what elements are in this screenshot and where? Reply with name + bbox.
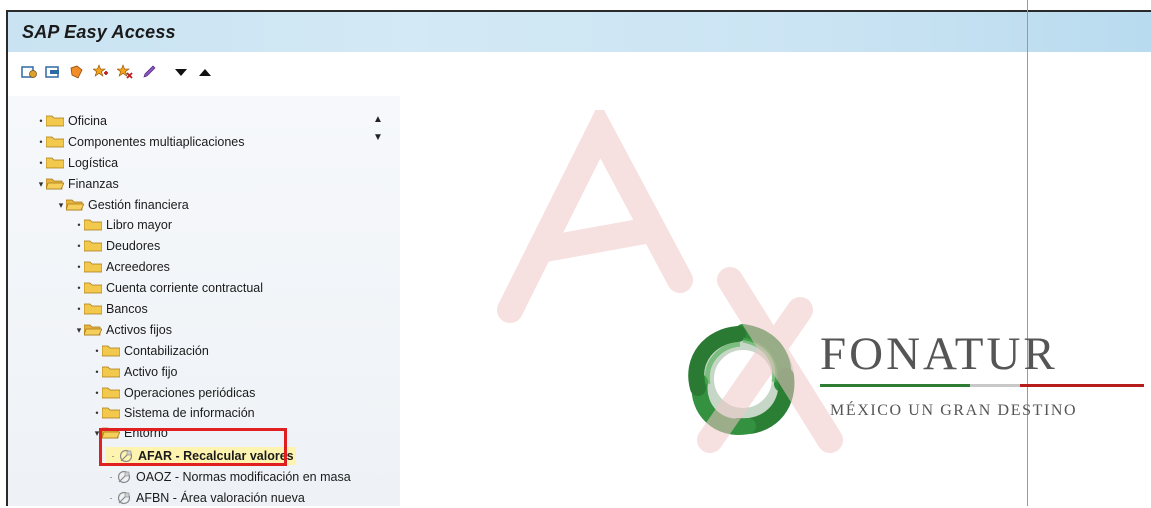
other-menu-icon[interactable] — [68, 63, 86, 81]
tree-item[interactable]: • Cuenta corriente contractual — [74, 279, 263, 297]
collapsed-arrow-icon[interactable]: · — [106, 493, 116, 503]
collapsed-arrow-icon[interactable]: • — [74, 241, 84, 251]
tree-item-label: Contabilización — [124, 344, 209, 358]
folder-icon — [83, 282, 103, 294]
tree-item-label: Bancos — [106, 302, 148, 316]
scroll-up-icon[interactable]: ▲ — [373, 114, 383, 126]
folder-icon — [83, 303, 103, 315]
scroll-down-icon[interactable]: ▼ — [373, 132, 383, 144]
add-favorite-icon[interactable] — [92, 63, 110, 81]
collapsed-arrow-icon[interactable]: • — [36, 137, 46, 147]
brand-line-white — [970, 384, 1020, 387]
divider-line — [1027, 0, 1028, 506]
collapsed-arrow-icon[interactable]: · — [106, 472, 116, 482]
delete-favorite-icon[interactable] — [116, 63, 134, 81]
tree-item[interactable]: • Componentes multiaplicaciones — [36, 133, 244, 151]
folder-icon — [45, 157, 65, 169]
collapsed-arrow-icon[interactable]: • — [74, 220, 84, 230]
tree-item-label: Finanzas — [68, 177, 119, 191]
folder-icon — [101, 387, 121, 399]
window-title: SAP Easy Access — [22, 22, 176, 42]
tree-item[interactable]: ▾ Activos fijos — [74, 321, 172, 339]
expanded-arrow-icon[interactable]: ▾ — [74, 325, 84, 336]
tree-item[interactable]: • Acreedores — [74, 258, 170, 276]
folder-open-icon — [65, 199, 85, 211]
expanded-arrow-icon[interactable]: ▾ — [56, 200, 66, 211]
tree-item[interactable]: ▾ Gestión financiera — [56, 196, 189, 214]
tree-item[interactable]: • Contabilización — [92, 342, 209, 360]
collapsed-arrow-icon[interactable]: • — [36, 116, 46, 126]
collapsed-arrow-icon[interactable]: • — [36, 158, 46, 168]
tree-item-label: Operaciones periódicas — [124, 386, 256, 400]
tree-item-label: AFBN - Área valoración nueva — [136, 491, 305, 505]
folder-icon — [83, 240, 103, 252]
brand-line-red — [1020, 384, 1144, 387]
folder-open-icon — [83, 324, 103, 336]
folder-icon — [83, 261, 103, 273]
tree-scroll-arrows[interactable]: ▲ ▼ — [373, 114, 383, 144]
tree-item-label: Sistema de información — [124, 406, 255, 420]
tree-item-label: Libro mayor — [106, 218, 172, 232]
tree-item-label: Oficina — [68, 114, 107, 128]
sap-menu-icon[interactable] — [44, 63, 62, 81]
tree-item-label: Activo fijo — [124, 365, 178, 379]
tree-item[interactable]: • Oficina — [36, 112, 107, 130]
folder-icon — [101, 366, 121, 378]
tree-item[interactable]: • Sistema de información — [92, 404, 255, 422]
collapsed-arrow-icon[interactable]: • — [74, 283, 84, 293]
tree-item[interactable]: • Bancos — [74, 300, 148, 318]
tree-item[interactable]: • Deudores — [74, 237, 160, 255]
tree-item-label: Acreedores — [106, 260, 170, 274]
collapsed-arrow-icon[interactable]: • — [92, 388, 102, 398]
expanded-arrow-icon[interactable]: ▾ — [36, 179, 46, 190]
folder-open-icon — [45, 178, 65, 190]
user-menu-icon[interactable] — [20, 63, 38, 81]
folder-icon — [45, 136, 65, 148]
expand-down-icon[interactable] — [172, 63, 190, 81]
tree-item[interactable]: • Libro mayor — [74, 216, 172, 234]
tree-item[interactable]: · AFBN - Área valoración nueva — [106, 489, 305, 507]
brand-line-green — [820, 384, 970, 387]
collapsed-arrow-icon[interactable]: • — [74, 304, 84, 314]
collapsed-arrow-icon[interactable]: • — [92, 346, 102, 356]
folder-icon — [101, 345, 121, 357]
collapse-up-icon[interactable] — [196, 63, 214, 81]
transaction-icon — [116, 491, 132, 505]
folder-icon — [101, 407, 121, 419]
folder-icon — [83, 219, 103, 231]
collapsed-arrow-icon[interactable]: • — [92, 367, 102, 377]
collapsed-arrow-icon[interactable]: • — [74, 262, 84, 272]
toolbar — [20, 62, 214, 82]
tree-item-label: Activos fijos — [106, 323, 172, 337]
tree-item-label: Componentes multiaplicaciones — [68, 135, 245, 149]
tree-item[interactable]: ▾ Finanzas — [36, 175, 119, 193]
collapsed-arrow-icon[interactable]: • — [92, 408, 102, 418]
tree-item-label: Gestión financiera — [88, 198, 189, 212]
tree-item-label: Logística — [68, 156, 119, 170]
tree-item-label: Cuenta corriente contractual — [106, 281, 264, 295]
brand-name: FONATUR — [820, 328, 1058, 380]
highlight-box — [99, 428, 287, 466]
folder-icon — [45, 115, 65, 127]
title-bar — [8, 12, 1151, 52]
tree-item-label: OAOZ - Normas modificación en masa — [136, 470, 351, 484]
tree-item[interactable]: • Operaciones periódicas — [92, 384, 255, 402]
fonatur-logo-icon — [678, 314, 808, 449]
tree-item[interactable]: · OAOZ - Normas modificación en masa — [106, 468, 351, 486]
tree-item-label: Deudores — [106, 239, 161, 253]
tree-item[interactable]: • Logística — [36, 154, 118, 172]
transaction-icon — [116, 470, 132, 484]
brand-tagline: MÉXICO UN GRAN DESTINO — [830, 402, 1078, 419]
tree-item[interactable]: • Activo fijo — [92, 363, 178, 381]
edit-pencil-icon[interactable] — [140, 63, 158, 81]
